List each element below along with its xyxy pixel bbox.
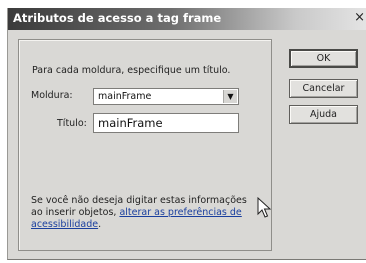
instruction-text: Para cada moldura, especifique um título… bbox=[32, 65, 231, 76]
cancel-button[interactable]: Cancelar bbox=[289, 79, 358, 98]
title-bar[interactable]: Atributos de acesso a tag frame × bbox=[8, 8, 366, 30]
chevron-down-icon[interactable]: ▼ bbox=[223, 90, 237, 103]
note-suffix: . bbox=[98, 219, 102, 230]
dialog-title: Atributos de acesso a tag frame bbox=[13, 11, 222, 25]
ok-button[interactable]: OK bbox=[289, 49, 358, 68]
mouse-pointer-icon bbox=[257, 197, 271, 218]
moldura-label: Moldura: bbox=[31, 90, 73, 101]
form-panel: Para cada moldura, especifique um título… bbox=[18, 39, 272, 251]
close-icon[interactable]: × bbox=[354, 11, 365, 25]
moldura-select-value: mainFrame bbox=[98, 91, 152, 102]
help-button[interactable]: Ajuda bbox=[289, 105, 358, 124]
titulo-input[interactable] bbox=[93, 113, 239, 133]
dialog-window: Atributos de acesso a tag frame × Para c… bbox=[7, 8, 366, 260]
moldura-select[interactable]: mainFrame ▼ bbox=[93, 88, 239, 105]
titulo-label: Título: bbox=[57, 118, 87, 129]
accessibility-note: Se você não deseja digitar estas informa… bbox=[31, 195, 256, 231]
